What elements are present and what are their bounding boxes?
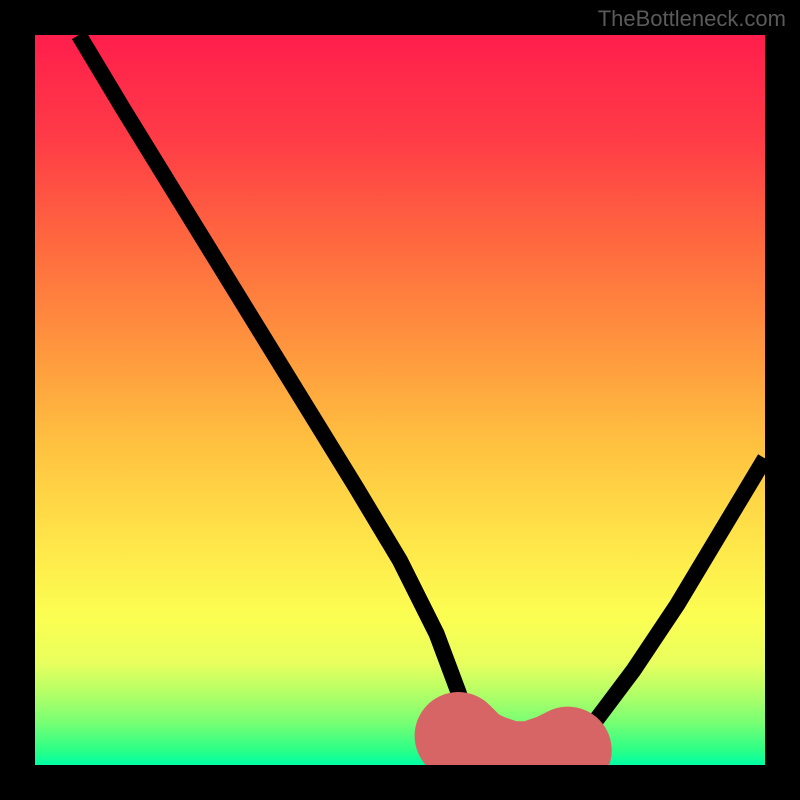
attribution-text: TheBottleneck.com bbox=[598, 6, 786, 32]
marker-path bbox=[458, 736, 568, 765]
curve-path bbox=[79, 35, 765, 765]
chart-plot-area bbox=[35, 35, 765, 765]
chart-svg bbox=[35, 35, 765, 765]
